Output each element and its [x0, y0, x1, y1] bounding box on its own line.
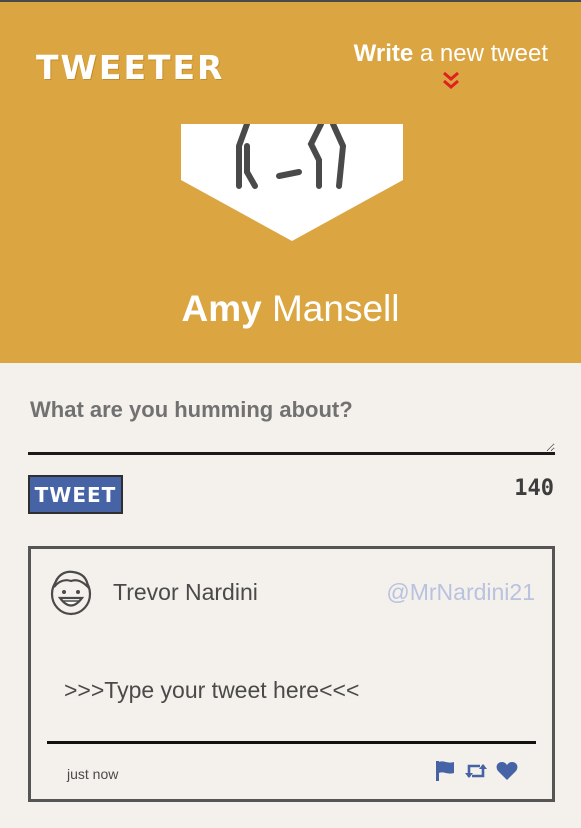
tweet-button[interactable]: TWEET [28, 475, 123, 514]
profile-header: TWEETER Write a new tweet Amy Mansell [0, 0, 581, 363]
heart-icon[interactable] [496, 761, 518, 781]
compose-link-bold: Write [353, 40, 414, 67]
profile-name: Amy Mansell [0, 288, 581, 330]
avatar-icon [50, 570, 92, 616]
profile-last-name: Mansell [271, 288, 400, 329]
tweet-input[interactable] [28, 385, 555, 455]
brand-logo: TWEETER [36, 48, 225, 87]
double-chevron-down-icon[interactable] [440, 70, 462, 92]
flag-icon[interactable] [434, 760, 456, 782]
write-new-tweet-link[interactable]: Write a new tweet [354, 40, 548, 92]
tweet-divider [47, 741, 536, 744]
compose-link-text: a new tweet [413, 40, 548, 67]
profile-avatar [181, 124, 403, 241]
tweet-timestamp: just now [67, 766, 119, 782]
tweet-actions [434, 760, 518, 782]
compose-area [28, 385, 555, 460]
tweet-author-name: Trevor Nardini [113, 579, 258, 605]
retweet-icon[interactable] [464, 760, 488, 782]
profile-first-name: Amy [181, 288, 262, 329]
tweet-author-handle: @MrNardini21 [386, 579, 535, 605]
character-counter: 140 [514, 476, 554, 501]
tweet-card: Trevor Nardini @MrNardini21 >>>Type your… [28, 546, 555, 802]
tweet-body: >>>Type your tweet here<<< [64, 677, 360, 703]
